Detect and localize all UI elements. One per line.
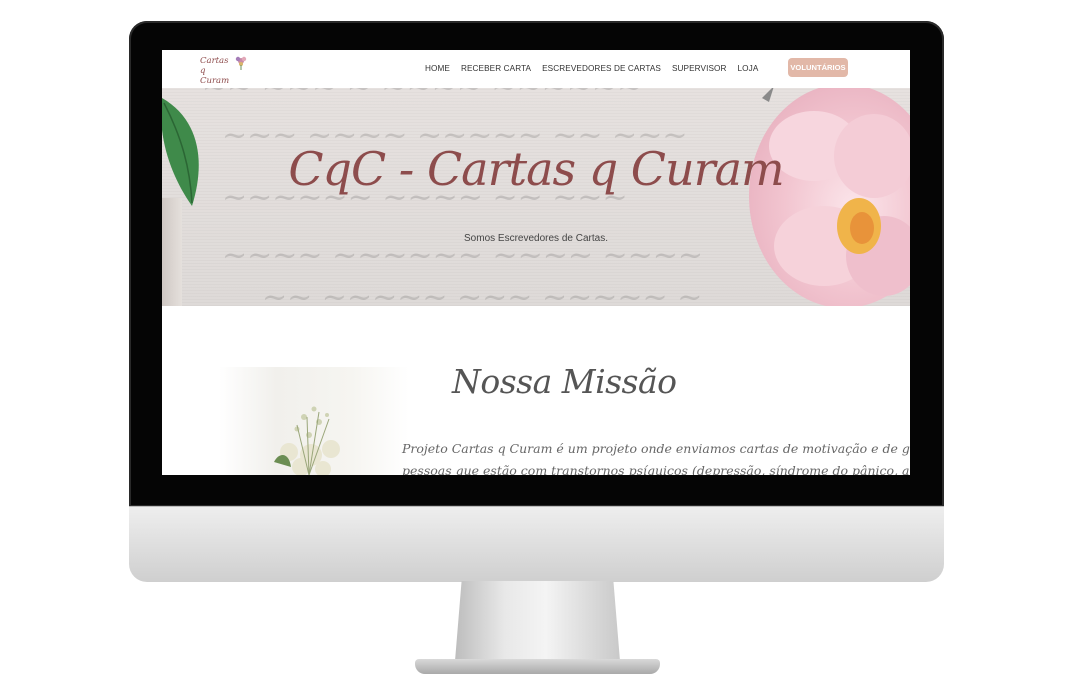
mission-line-2: pessoas que estão com transtornos psíqui…: [402, 463, 910, 475]
handwriting-texture: ~~ ~~~ ~ ~~~~ ~~~~~~: [202, 88, 642, 105]
monitor-chin: [129, 506, 944, 582]
nav-receber-carta[interactable]: RECEBER CARTA: [461, 64, 531, 73]
mission-text: Projeto Cartas q Curam é um projeto onde…: [402, 438, 910, 475]
nav-home[interactable]: HOME: [425, 64, 450, 73]
logo-line-1: Cartas: [200, 56, 229, 66]
dried-flowers-image: [274, 406, 340, 475]
monitor-base: [415, 659, 660, 674]
flower-icon: [235, 56, 247, 70]
monitor-stand: [455, 581, 620, 661]
browser-screen: Cartas q Curam HOME RECEBER CARTA ESCREV…: [162, 50, 910, 475]
peony-decoration: [749, 88, 910, 306]
nav-loja[interactable]: LOJA: [738, 64, 759, 73]
mission-line-1: Projeto Cartas q Curam é um projeto onde…: [402, 441, 910, 456]
nav-supervisor[interactable]: SUPERVISOR: [672, 64, 727, 73]
voluntarios-button[interactable]: VOLUNTÁRIOS: [788, 58, 848, 77]
nav-escrevedores[interactable]: ESCREVEDORES DE CARTAS: [542, 64, 661, 73]
mission-image: [219, 367, 409, 475]
fabric-strip: [162, 198, 182, 306]
logo-text: Cartas q Curam: [200, 56, 236, 86]
hero-banner: ~~ ~ ~~ ~ ~ ~~~ ~~ ~~ ~~ ~ ~~ ~~~~ ~~~~ ~ ~ ~ ~…: [162, 88, 910, 306]
logo-line-2: q Curam: [200, 66, 230, 86]
handwriting-texture: ~~ ~~~~~ ~~~ ~~~~~ ~: [262, 280, 703, 306]
main-nav: HOME RECEBER CARTA ESCREVEDORES DE CARTA…: [425, 64, 769, 73]
hero-subtitle: Somos Escrevedores de Cartas.: [464, 233, 608, 244]
site-header: Cartas q Curam HOME RECEBER CARTA ESCREV…: [162, 50, 910, 88]
site-logo[interactable]: Cartas q Curam: [200, 54, 250, 86]
hero-title: CqC - Cartas q Curam: [288, 142, 784, 196]
mission-title: Nossa Missão: [452, 362, 677, 401]
